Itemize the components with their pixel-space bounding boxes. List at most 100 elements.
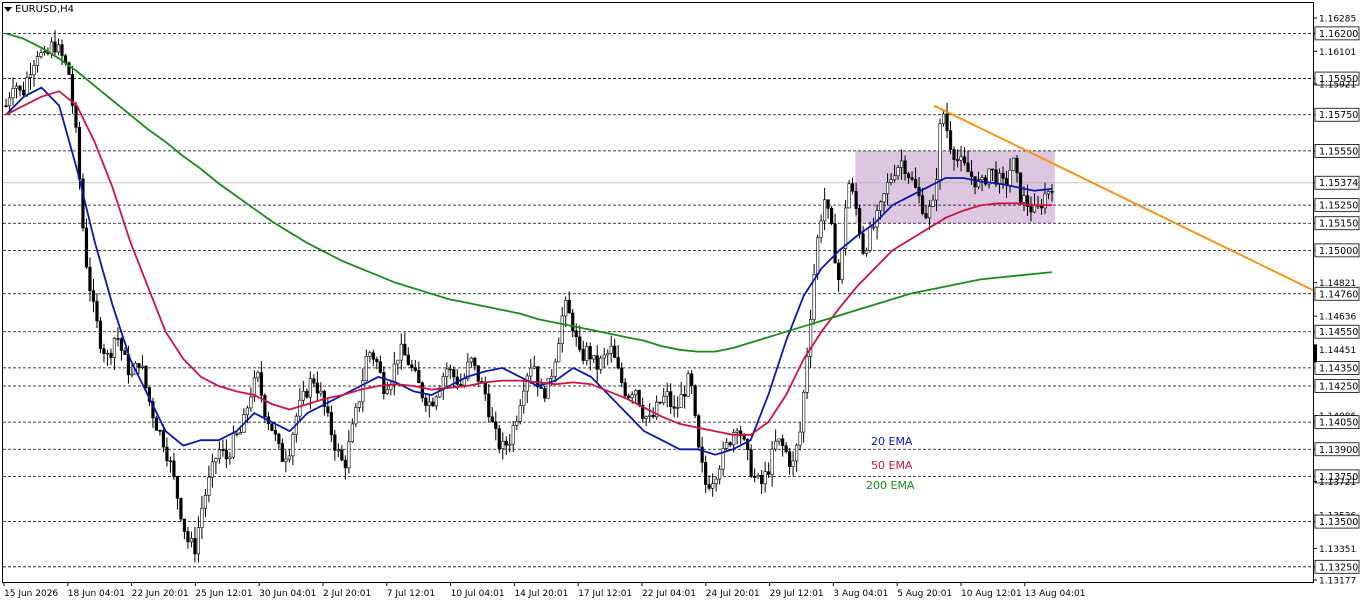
y-tick-label: 1.14050 [1319, 418, 1358, 429]
y-tick-label: 1.15000 [1319, 246, 1358, 257]
candle-body [396, 359, 400, 365]
candle-body [203, 494, 208, 509]
candle-body [823, 199, 827, 222]
candle-body [60, 44, 64, 56]
candle-body [39, 52, 43, 57]
candle-body [116, 338, 120, 340]
candle-body [966, 162, 970, 173]
candle-body [144, 365, 148, 388]
candle-body [245, 407, 249, 416]
candle-body [840, 248, 844, 281]
candle-body [235, 433, 239, 436]
candle-body [945, 113, 949, 131]
candle-body [770, 448, 774, 475]
plot-frame [2, 2, 1314, 583]
y-tick-label: 1.15374 [1319, 178, 1358, 189]
candle-body [326, 406, 330, 413]
candle-body [847, 183, 851, 209]
candle-body [221, 449, 225, 451]
candle-body [924, 213, 928, 219]
candle-body [1032, 205, 1037, 213]
candle-body [88, 266, 92, 292]
candle-body [263, 395, 267, 418]
candle-body [850, 183, 855, 192]
candle-body [903, 160, 907, 175]
candle-body [553, 361, 557, 377]
candle-body [403, 343, 407, 356]
y-tick-label: 1.14350 [1319, 363, 1358, 374]
candle-body [49, 41, 54, 54]
candle-body [445, 368, 449, 377]
x-tick-label: 15 Jun 2026 [4, 589, 58, 599]
candle-body [98, 320, 103, 349]
candle-body [284, 458, 288, 462]
candle-body [704, 462, 708, 485]
symbol-label: EURUSD,H4 [15, 4, 75, 15]
candle-body [683, 394, 687, 397]
candle-body [714, 478, 718, 484]
candle-body [494, 421, 498, 429]
candle-body [634, 390, 638, 396]
candle-body [214, 458, 218, 463]
candle-body [648, 414, 652, 417]
candle-body [207, 476, 211, 496]
y-tick-label: 1.16285 [1319, 15, 1356, 25]
candle-body [651, 414, 655, 418]
candle-body [913, 178, 918, 188]
candle-body [798, 431, 802, 446]
candle-body [340, 449, 344, 461]
y-tick-label: 1.15550 [1319, 146, 1358, 157]
candle-body [1008, 169, 1012, 186]
candle-body [693, 385, 697, 416]
candle-body [112, 338, 117, 358]
symbol-title[interactable]: EURUSD,H4 [4, 4, 74, 15]
candle-body [662, 395, 666, 404]
y-tick-label: 1.16101 [1319, 48, 1356, 58]
candle-body [424, 397, 428, 406]
x-tick-label: 2 Jul 20:01 [323, 589, 371, 599]
candle-body [280, 443, 284, 462]
candle-body [406, 354, 410, 366]
y-tick-label: 1.15750 [1319, 110, 1358, 121]
candle-body [728, 442, 732, 446]
x-tick-label: 10 Jul 04:01 [451, 589, 505, 599]
candle-body [483, 381, 487, 395]
candle-body [333, 434, 337, 451]
candle-body [259, 372, 263, 396]
y-tick-label: 1.13500 [1319, 517, 1358, 528]
candle-body [11, 88, 15, 99]
y-tick-label: 1.14250 [1319, 381, 1358, 392]
candle-body [529, 367, 533, 377]
candle-body [676, 407, 680, 409]
dropdown-arrow-icon[interactable] [4, 6, 12, 12]
candle-body [599, 357, 603, 370]
candle-body [718, 468, 722, 480]
candle-body [452, 369, 456, 378]
candle-body [962, 156, 967, 164]
candle-body [165, 446, 169, 462]
candle-body [256, 372, 260, 379]
candle-body [375, 359, 379, 363]
candle-body [7, 97, 12, 107]
candle-body [543, 388, 547, 399]
candle-body [161, 430, 166, 448]
candle-body [725, 442, 729, 449]
candle-body [182, 518, 187, 532]
candle-body [109, 352, 113, 358]
candle-body [868, 226, 872, 251]
candle-body [690, 373, 694, 386]
x-tick-label: 18 Jun 04:01 [68, 589, 125, 599]
candle-body [931, 199, 935, 207]
candle-body [578, 336, 582, 350]
price-chart[interactable]: 1.162851.162001.161011.159501.159211.157… [0, 0, 1362, 603]
candle-body [819, 220, 823, 238]
candle-body [760, 474, 764, 485]
candle-body [742, 435, 746, 440]
candle-body [154, 417, 159, 431]
candle-body [774, 440, 778, 450]
candle-body [25, 77, 29, 96]
candle-body [511, 424, 515, 445]
candle-body [753, 476, 757, 478]
candle-body [567, 300, 571, 314]
legend-200-ema: 200 EMA [866, 479, 915, 492]
